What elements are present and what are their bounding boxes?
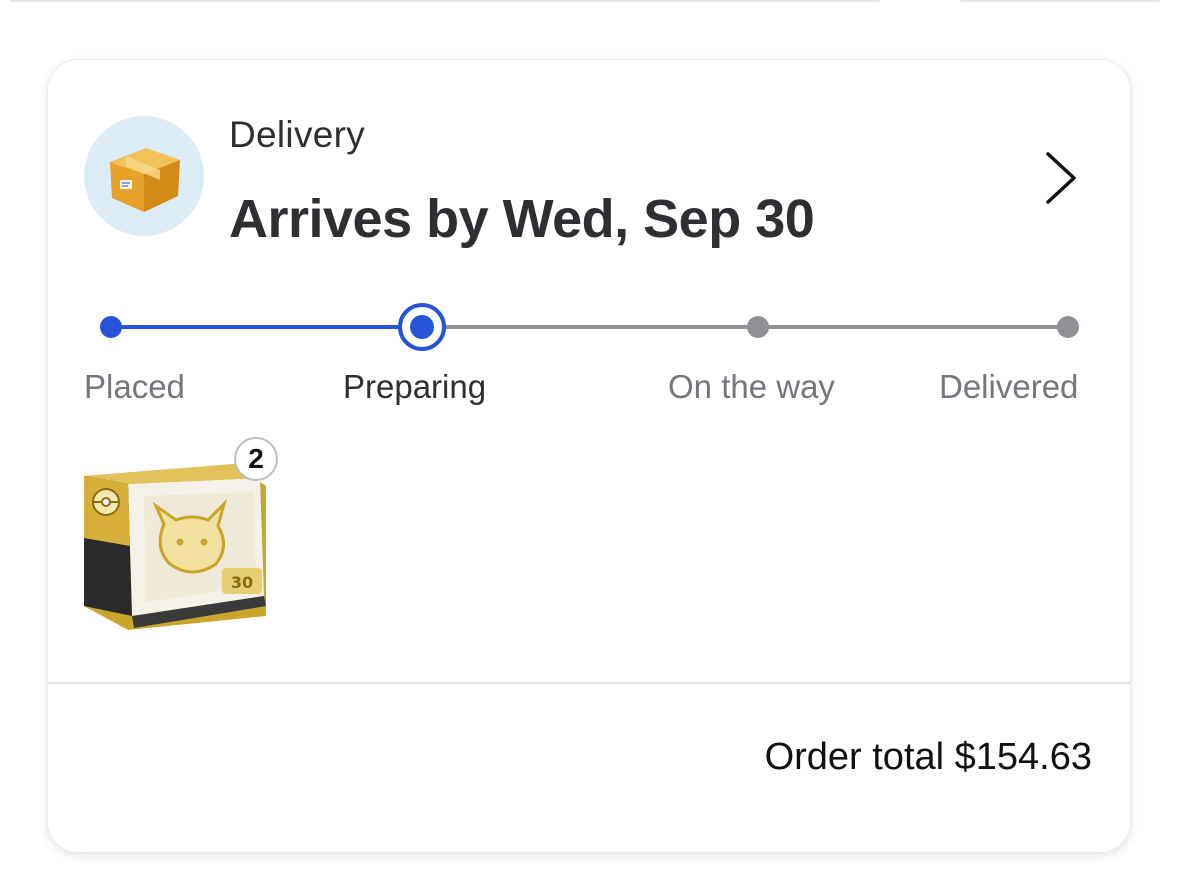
step-label-placed: Placed xyxy=(84,368,185,405)
quantity-badge: 2 xyxy=(234,437,278,481)
previous-card-edge xyxy=(0,0,1179,6)
product-thumbnail[interactable]: 30 xyxy=(84,456,268,634)
divider xyxy=(48,682,1130,684)
arrival-date-heading: Arrives by Wed, Sep 30 xyxy=(229,189,815,249)
edge-segment xyxy=(960,0,1160,2)
step-dot-placed xyxy=(100,316,122,338)
step-dot-on-the-way xyxy=(747,316,769,338)
step-dot-preparing xyxy=(410,315,434,339)
step-label-on-the-way: On the way xyxy=(668,368,835,405)
step-label-preparing: Preparing xyxy=(343,368,487,405)
order-progress-tracker xyxy=(100,303,1079,351)
package-box-icon xyxy=(84,116,204,236)
chevron-right-icon[interactable] xyxy=(1036,148,1080,208)
order-total: Order total $154.63 xyxy=(764,736,1092,778)
svg-text:30: 30 xyxy=(231,573,253,592)
delivery-type-label: Delivery xyxy=(229,114,366,155)
step-dot-delivered xyxy=(1057,316,1079,338)
edge-segment xyxy=(10,0,880,2)
step-label-delivered: Delivered xyxy=(939,368,1079,405)
delivery-order-card[interactable]: Delivery Arrives by Wed, Sep 30 Placed P… xyxy=(48,60,1130,852)
